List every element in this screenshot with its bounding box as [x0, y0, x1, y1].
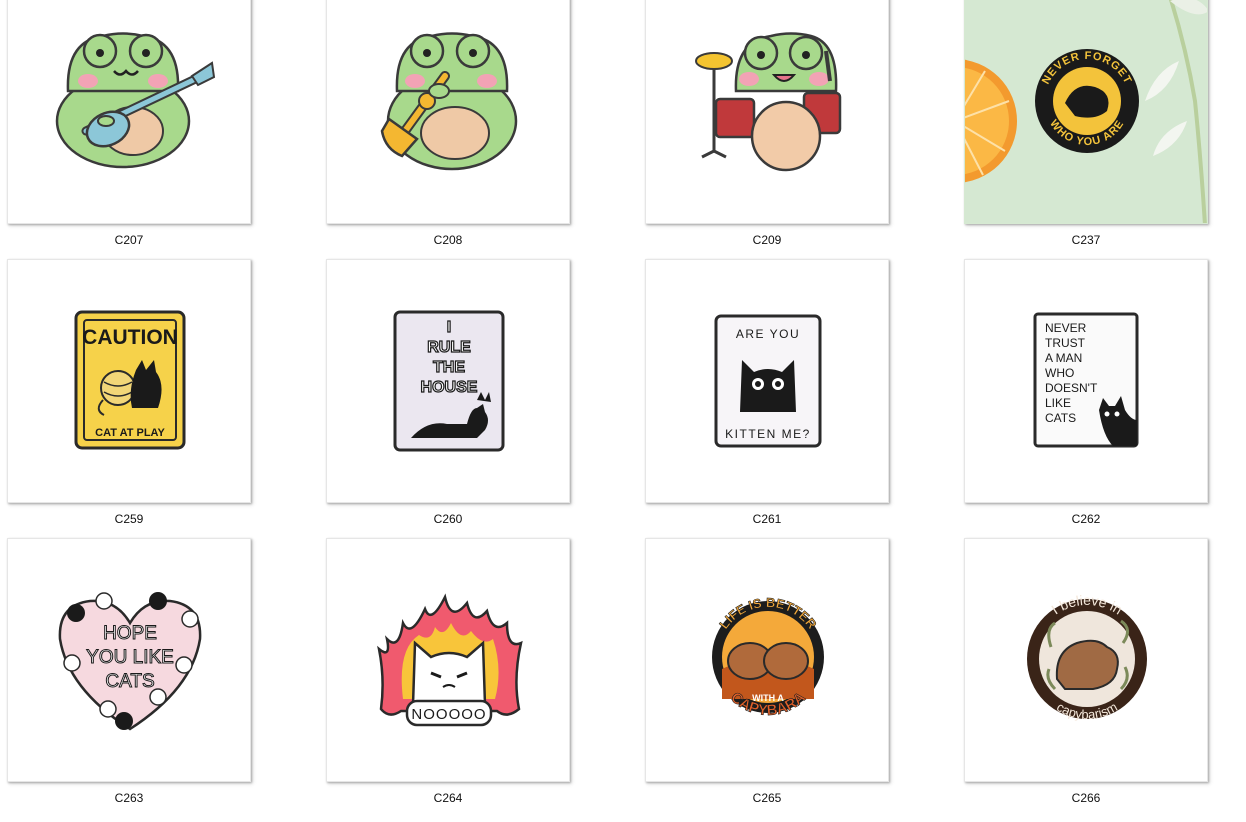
- pin-text-line: CATS: [1045, 411, 1076, 425]
- product-code-label: C264: [433, 791, 463, 805]
- product-card[interactable]: NEVER FORGET WHO YOU ARE: [964, 0, 1208, 224]
- product-code-label: C262: [1071, 512, 1101, 526]
- product-card[interactable]: I believe in capybarism: [964, 538, 1208, 782]
- frog-drums-pin-image: [695, 32, 842, 172]
- hope-you-like-cats-pin-image: HOPE YOU LIKE CATS: [58, 592, 202, 731]
- frog-trumpet-pin-image: [380, 32, 518, 171]
- pin-text-line: YOU LIKE: [86, 647, 174, 668]
- product-code-label: C261: [752, 512, 782, 526]
- product-code-label: C265: [752, 791, 782, 805]
- caution-cat-pin-image: CAUTION CAT AT PLAY: [74, 310, 186, 450]
- product-code-label: C209: [752, 233, 782, 247]
- product-card[interactable]: NOOOOO: [326, 538, 570, 782]
- pin-text-bottom: KITTEN ME?: [725, 427, 811, 441]
- pin-text-line: RULE: [427, 339, 471, 356]
- product-card[interactable]: CAUTION CAT AT PLAY: [7, 259, 251, 503]
- kitten-me-pin-image: ARE YOU KITTEN ME?: [714, 314, 822, 448]
- product-code-label: C208: [433, 233, 463, 247]
- pin-text-line: I: [447, 319, 451, 336]
- capybarism-pin-image: I believe in capybarism: [1027, 592, 1147, 722]
- pin-text-line: WHO: [1045, 366, 1074, 380]
- pin-text-line: HOPE: [103, 623, 157, 644]
- product-code-label: C260: [433, 512, 463, 526]
- nooooo-cat-pin-image: NOOOOO: [377, 593, 523, 727]
- pin-text-line: A MAN: [1045, 351, 1082, 365]
- never-forget-pin-photo: NEVER FORGET WHO YOU ARE: [965, 0, 1207, 223]
- product-code-label: C263: [114, 791, 144, 805]
- pin-text-line: THE: [433, 359, 465, 376]
- pin-text-top: ARE YOU: [736, 327, 800, 341]
- capybara-life-pin-image: LIFE IS BETTER WITH A CAPYBARA: [712, 595, 824, 720]
- rule-the-house-pin-image: I RULE THE HOUSE: [393, 310, 505, 452]
- product-code-label: C207: [114, 233, 144, 247]
- pin-text-line: TRUST: [1045, 336, 1086, 350]
- product-code-label: C259: [114, 512, 144, 526]
- product-code-label: C266: [1071, 791, 1101, 805]
- product-card[interactable]: [7, 0, 251, 224]
- pin-text-line: HOUSE: [421, 379, 478, 396]
- pin-text-bottom: NOOOOO: [411, 706, 486, 723]
- product-card[interactable]: LIFE IS BETTER WITH A CAPYBARA: [645, 538, 889, 782]
- product-card[interactable]: [326, 0, 570, 224]
- product-code-label: C237: [1071, 233, 1101, 247]
- product-card[interactable]: [645, 0, 889, 224]
- never-trust-pin-image: NEVER TRUST A MAN WHO DOESN'T LIKE CATS: [1033, 312, 1139, 448]
- product-card[interactable]: I RULE THE HOUSE: [326, 259, 570, 503]
- pin-text-line: NEVER: [1045, 321, 1087, 335]
- product-card[interactable]: NEVER TRUST A MAN WHO DOESN'T LIKE CATS: [964, 259, 1208, 503]
- pin-text-top: CAUTION: [82, 326, 178, 349]
- pin-text-line: LIKE: [1045, 396, 1071, 410]
- pin-text-line: DOESN'T: [1045, 381, 1098, 395]
- frog-guitar-pin-image: [55, 32, 216, 169]
- product-card[interactable]: HOPE YOU LIKE CATS: [7, 538, 251, 782]
- product-card[interactable]: ARE YOU KITTEN ME?: [645, 259, 889, 503]
- pin-text-line: CATS: [105, 671, 154, 692]
- pin-text-bottom: CAT AT PLAY: [95, 427, 165, 439]
